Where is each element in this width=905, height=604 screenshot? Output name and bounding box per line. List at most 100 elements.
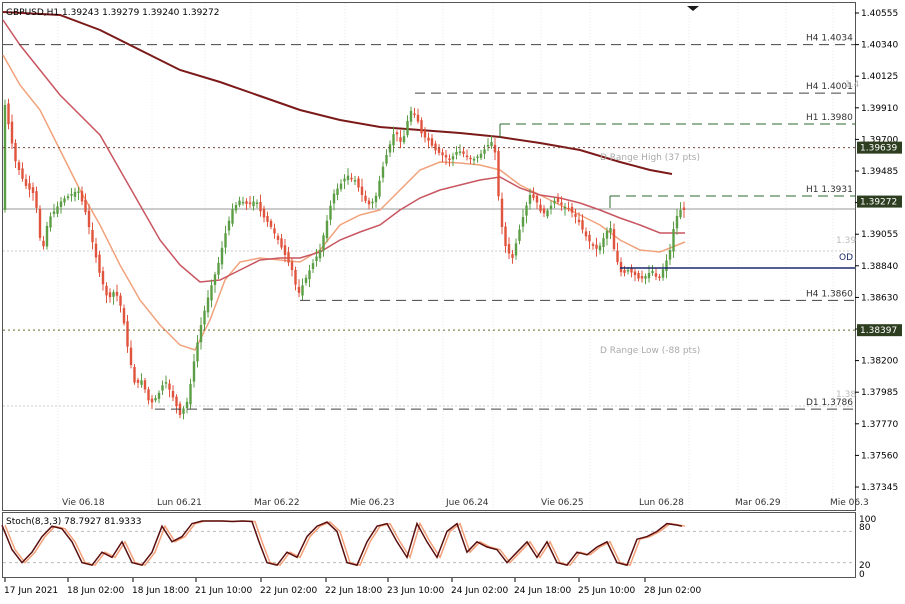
stochastic-label: Stoch(8,3,3) 78.7927 81.9333: [6, 517, 141, 527]
candle-body: [644, 276, 647, 279]
candle-body: [525, 205, 528, 216]
day-label: Vie 06.18: [62, 498, 105, 508]
candle-body: [192, 361, 196, 382]
range-low-label: D Range Low (-88 pts): [600, 346, 700, 356]
candle-body: [280, 238, 283, 248]
range-high-label: D Range High (37 pts): [600, 153, 700, 163]
candle-body: [434, 143, 437, 151]
candle-body: [448, 158, 451, 161]
trading-chart[interactable]: H4 1.4034H4 1.4001H1 1.3980H1 1.3931H4 1…: [0, 0, 905, 604]
candle-body: [612, 229, 616, 249]
candle-body: [490, 142, 493, 147]
candle-body: [10, 121, 14, 144]
candle-body: [336, 188, 339, 196]
candle-body: [262, 208, 266, 218]
candle-body: [325, 220, 329, 239]
candle-body: [637, 273, 640, 279]
candle-body: [129, 347, 133, 365]
candle-body: [154, 398, 157, 401]
day-label: Mar 06.22: [254, 498, 300, 508]
candle-body: [577, 219, 581, 223]
candle-body: [52, 211, 56, 214]
candle-body: [427, 137, 430, 141]
candle-body: [294, 269, 297, 285]
candle-body: [455, 151, 458, 155]
candle-body: [161, 385, 164, 391]
time-axis[interactable]: 17 Jun 2021 18 Jun 02:00 18 Jun 18:00 21 Ju…: [4, 578, 701, 596]
candle-body: [430, 138, 434, 146]
candle-body: [532, 194, 535, 198]
candle-body: [483, 149, 486, 154]
candle-body: [528, 195, 532, 204]
candle-body: [451, 156, 455, 160]
candle-body: [406, 120, 409, 136]
candle-body: [171, 390, 175, 398]
price-tick-label: 1.40340: [861, 41, 898, 51]
range-low-price-label: 1.38397: [860, 326, 897, 336]
candle-body: [80, 191, 84, 202]
candle-body: [94, 243, 98, 258]
candle-body: [651, 270, 654, 274]
time-tick-label: 22 Jun 18:00: [325, 586, 382, 596]
candle-body: [381, 166, 385, 178]
candle-body: [672, 229, 675, 252]
candle-body: [486, 145, 490, 147]
candle-body: [77, 191, 80, 193]
candle-body: [196, 342, 199, 362]
candle-body: [605, 231, 609, 239]
candle-body: [647, 273, 651, 279]
candle-body: [322, 235, 325, 251]
candle-body: [248, 202, 252, 204]
candle-body: [574, 214, 577, 217]
candle-body: [364, 195, 367, 201]
candle-body: [679, 210, 682, 218]
candle-body: [619, 261, 623, 273]
candle-body: [465, 155, 469, 158]
candle-body: [266, 216, 269, 222]
candle-body: [31, 187, 35, 193]
candle-body: [343, 178, 346, 182]
price-tick-label: 1.37770: [861, 420, 898, 430]
h4-1-3860-label: H4 1.3860: [806, 289, 853, 299]
main-chart-frame: [2, 2, 856, 511]
candle-body: [329, 205, 332, 220]
candle-body: [616, 250, 619, 263]
candle-body: [420, 120, 423, 134]
time-tick-label: 25 Jun 10:00: [578, 586, 635, 596]
candle-body: [14, 142, 17, 162]
candle-body: [588, 234, 591, 242]
candle-body: [392, 134, 395, 146]
candle-body: [35, 191, 38, 208]
candle-body: [140, 380, 143, 385]
time-tick-label: 18 Jun 02:00: [67, 586, 124, 596]
candle-body: [287, 252, 290, 263]
time-tick-label: 24 Jun 02:00: [451, 586, 508, 596]
candle-body: [539, 204, 542, 212]
candle-body: [56, 206, 59, 214]
candle-body: [157, 392, 161, 399]
candle-body: [346, 175, 350, 181]
price-tick-label: 1.37560: [861, 451, 898, 461]
h1-1-3980-label: H1 1.3980: [806, 113, 853, 123]
candle-body: [45, 225, 49, 247]
candle-body: [357, 178, 360, 188]
candle-body: [147, 389, 150, 401]
candle-body: [231, 209, 234, 224]
mark-1-38: 1.38: [836, 390, 856, 400]
candle-body: [602, 238, 605, 247]
price-axis[interactable]: 1.405551.403401.401251.399101.397001.394…: [855, 9, 902, 493]
day-label: Mar 06.29: [735, 498, 781, 508]
candle-body: [675, 216, 679, 229]
candle-body: [105, 285, 108, 296]
candle-body: [108, 292, 112, 298]
candle-body: [28, 183, 31, 190]
candle-body: [238, 200, 241, 206]
candle-body: [350, 177, 353, 180]
day-label: Lun 06.21: [157, 498, 202, 508]
time-tick-label: 17 Jun 2021: [4, 586, 58, 596]
candle-body: [654, 273, 658, 277]
candle-body: [339, 183, 343, 190]
day-label: Mie 06.3: [830, 498, 869, 508]
candle-body: [7, 103, 10, 125]
candle-body: [413, 113, 416, 116]
